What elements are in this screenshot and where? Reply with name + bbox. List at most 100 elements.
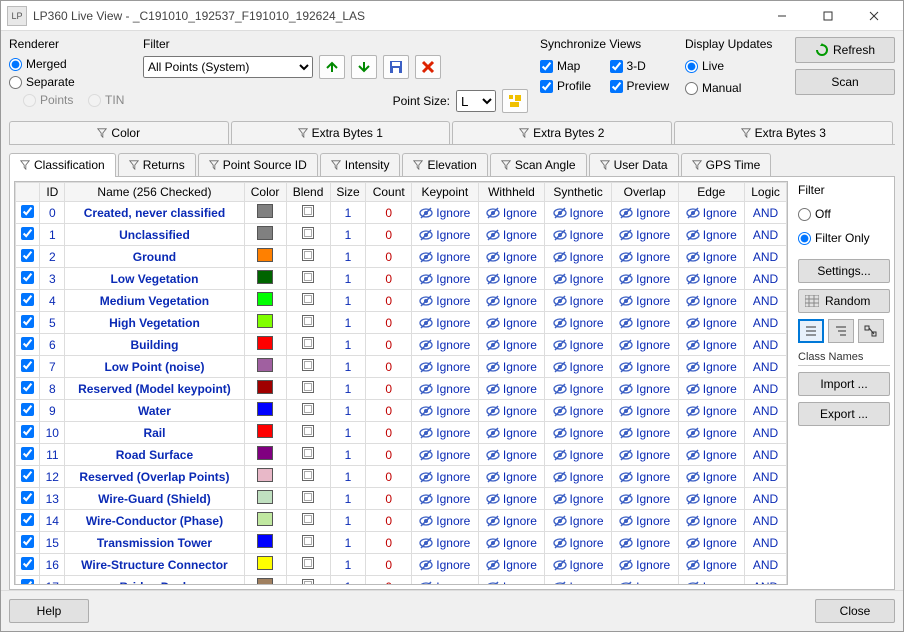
ignore-cell[interactable]: Ignore <box>683 382 741 396</box>
sync-profile-check[interactable] <box>540 80 553 93</box>
col-header[interactable]: Edge <box>678 183 745 202</box>
help-button[interactable]: Help <box>9 599 89 623</box>
col-header[interactable]: Logic <box>745 183 787 202</box>
blend-check[interactable] <box>302 513 314 525</box>
table-row[interactable]: 6Building10IgnoreIgnoreIgnoreIgnoreIgnor… <box>16 334 787 356</box>
ignore-cell[interactable]: Ignore <box>549 338 607 352</box>
table-row[interactable]: 11Road Surface10IgnoreIgnoreIgnoreIgnore… <box>16 444 787 466</box>
minimize-button[interactable] <box>759 1 805 31</box>
ignore-cell[interactable]: Ignore <box>616 492 674 506</box>
ignore-cell[interactable]: Ignore <box>549 316 607 330</box>
ignore-cell[interactable]: Ignore <box>549 448 607 462</box>
table-row[interactable]: 4Medium Vegetation10IgnoreIgnoreIgnoreIg… <box>16 290 787 312</box>
blend-check[interactable] <box>302 359 314 371</box>
ignore-cell[interactable]: Ignore <box>616 558 674 572</box>
ignore-cell[interactable]: Ignore <box>416 470 474 484</box>
random-button[interactable]: Random <box>798 289 890 313</box>
ignore-cell[interactable]: Ignore <box>616 448 674 462</box>
maximize-button[interactable] <box>805 1 851 31</box>
ignore-cell[interactable]: Ignore <box>683 250 741 264</box>
ignore-cell[interactable]: Ignore <box>483 426 541 440</box>
ignore-cell[interactable]: Ignore <box>616 272 674 286</box>
ignore-cell[interactable]: Ignore <box>616 294 674 308</box>
upper-tab-extra-bytes-2[interactable]: Extra Bytes 2 <box>452 121 672 144</box>
mode-tree-button[interactable] <box>858 319 884 343</box>
mode-align-button[interactable] <box>828 319 854 343</box>
ignore-cell[interactable]: Ignore <box>683 316 741 330</box>
ignore-cell[interactable]: Ignore <box>416 316 474 330</box>
table-row[interactable]: 7Low Point (noise)10IgnoreIgnoreIgnoreIg… <box>16 356 787 378</box>
lower-tab-gps-time[interactable]: GPS Time <box>681 153 772 176</box>
scan-button[interactable]: Scan <box>795 69 895 95</box>
table-row[interactable]: 17Bridge Deck10IgnoreIgnoreIgnoreIgnoreI… <box>16 576 787 586</box>
export-button[interactable]: Export ... <box>798 402 890 426</box>
ignore-cell[interactable]: Ignore <box>549 272 607 286</box>
ignore-cell[interactable]: Ignore <box>616 580 674 586</box>
col-header[interactable]: ID <box>40 183 65 202</box>
side-filter-off-radio[interactable] <box>798 208 811 221</box>
blend-check[interactable] <box>302 271 314 283</box>
renderer-merged-radio[interactable] <box>9 58 22 71</box>
blend-check[interactable] <box>302 403 314 415</box>
ignore-cell[interactable]: Ignore <box>416 250 474 264</box>
ignore-cell[interactable]: Ignore <box>416 206 474 220</box>
ignore-cell[interactable]: Ignore <box>549 470 607 484</box>
col-header[interactable]: Overlap <box>611 183 678 202</box>
blend-check[interactable] <box>302 447 314 459</box>
ignore-cell[interactable]: Ignore <box>683 338 741 352</box>
color-swatch[interactable] <box>257 424 273 438</box>
ignore-cell[interactable]: Ignore <box>683 514 741 528</box>
ignore-cell[interactable]: Ignore <box>616 382 674 396</box>
color-swatch[interactable] <box>257 314 273 328</box>
close-window-button[interactable] <box>851 1 897 31</box>
lower-tab-scan-angle[interactable]: Scan Angle <box>490 153 587 176</box>
color-swatch[interactable] <box>257 534 273 548</box>
table-row[interactable]: 3Low Vegetation10IgnoreIgnoreIgnoreIgnor… <box>16 268 787 290</box>
color-swatch[interactable] <box>257 292 273 306</box>
ignore-cell[interactable]: Ignore <box>549 206 607 220</box>
ignore-cell[interactable]: Ignore <box>616 228 674 242</box>
row-check[interactable] <box>21 359 34 372</box>
color-swatch[interactable] <box>257 358 273 372</box>
ignore-cell[interactable]: Ignore <box>683 294 741 308</box>
ignore-cell[interactable]: Ignore <box>483 448 541 462</box>
sync-preview-check[interactable] <box>610 80 623 93</box>
color-swatch[interactable] <box>257 402 273 416</box>
blend-check[interactable] <box>302 293 314 305</box>
ignore-cell[interactable]: Ignore <box>416 448 474 462</box>
row-check[interactable] <box>21 293 34 306</box>
filter-export-button[interactable] <box>351 55 377 79</box>
blend-check[interactable] <box>302 249 314 261</box>
blend-check[interactable] <box>302 557 314 569</box>
ignore-cell[interactable]: Ignore <box>549 382 607 396</box>
ignore-cell[interactable]: Ignore <box>416 360 474 374</box>
blend-check[interactable] <box>302 205 314 217</box>
ignore-cell[interactable]: Ignore <box>616 536 674 550</box>
table-row[interactable]: 8Reserved (Model keypoint)10IgnoreIgnore… <box>16 378 787 400</box>
ignore-cell[interactable]: Ignore <box>683 272 741 286</box>
color-swatch[interactable] <box>257 380 273 394</box>
ignore-cell[interactable]: Ignore <box>683 206 741 220</box>
renderer-separate-radio[interactable] <box>9 76 22 89</box>
ignore-cell[interactable]: Ignore <box>416 228 474 242</box>
upper-tab-color[interactable]: Color <box>9 121 229 144</box>
filter-delete-button[interactable] <box>415 55 441 79</box>
ignore-cell[interactable]: Ignore <box>616 426 674 440</box>
table-row[interactable]: 15Transmission Tower10IgnoreIgnoreIgnore… <box>16 532 787 554</box>
ignore-cell[interactable]: Ignore <box>483 338 541 352</box>
sync-3d-check[interactable] <box>610 60 623 73</box>
table-row[interactable]: 5High Vegetation10IgnoreIgnoreIgnoreIgno… <box>16 312 787 334</box>
ignore-cell[interactable]: Ignore <box>616 404 674 418</box>
import-button[interactable]: Import ... <box>798 372 890 396</box>
row-check[interactable] <box>21 403 34 416</box>
update-live-radio[interactable] <box>685 60 698 73</box>
ignore-cell[interactable]: Ignore <box>683 536 741 550</box>
ignore-cell[interactable]: Ignore <box>616 250 674 264</box>
ignore-cell[interactable]: Ignore <box>483 206 541 220</box>
col-header[interactable]: Withheld <box>478 183 545 202</box>
ignore-cell[interactable]: Ignore <box>549 228 607 242</box>
ignore-cell[interactable]: Ignore <box>683 470 741 484</box>
blend-check[interactable] <box>302 469 314 481</box>
ignore-cell[interactable]: Ignore <box>549 558 607 572</box>
ignore-cell[interactable]: Ignore <box>683 580 741 586</box>
